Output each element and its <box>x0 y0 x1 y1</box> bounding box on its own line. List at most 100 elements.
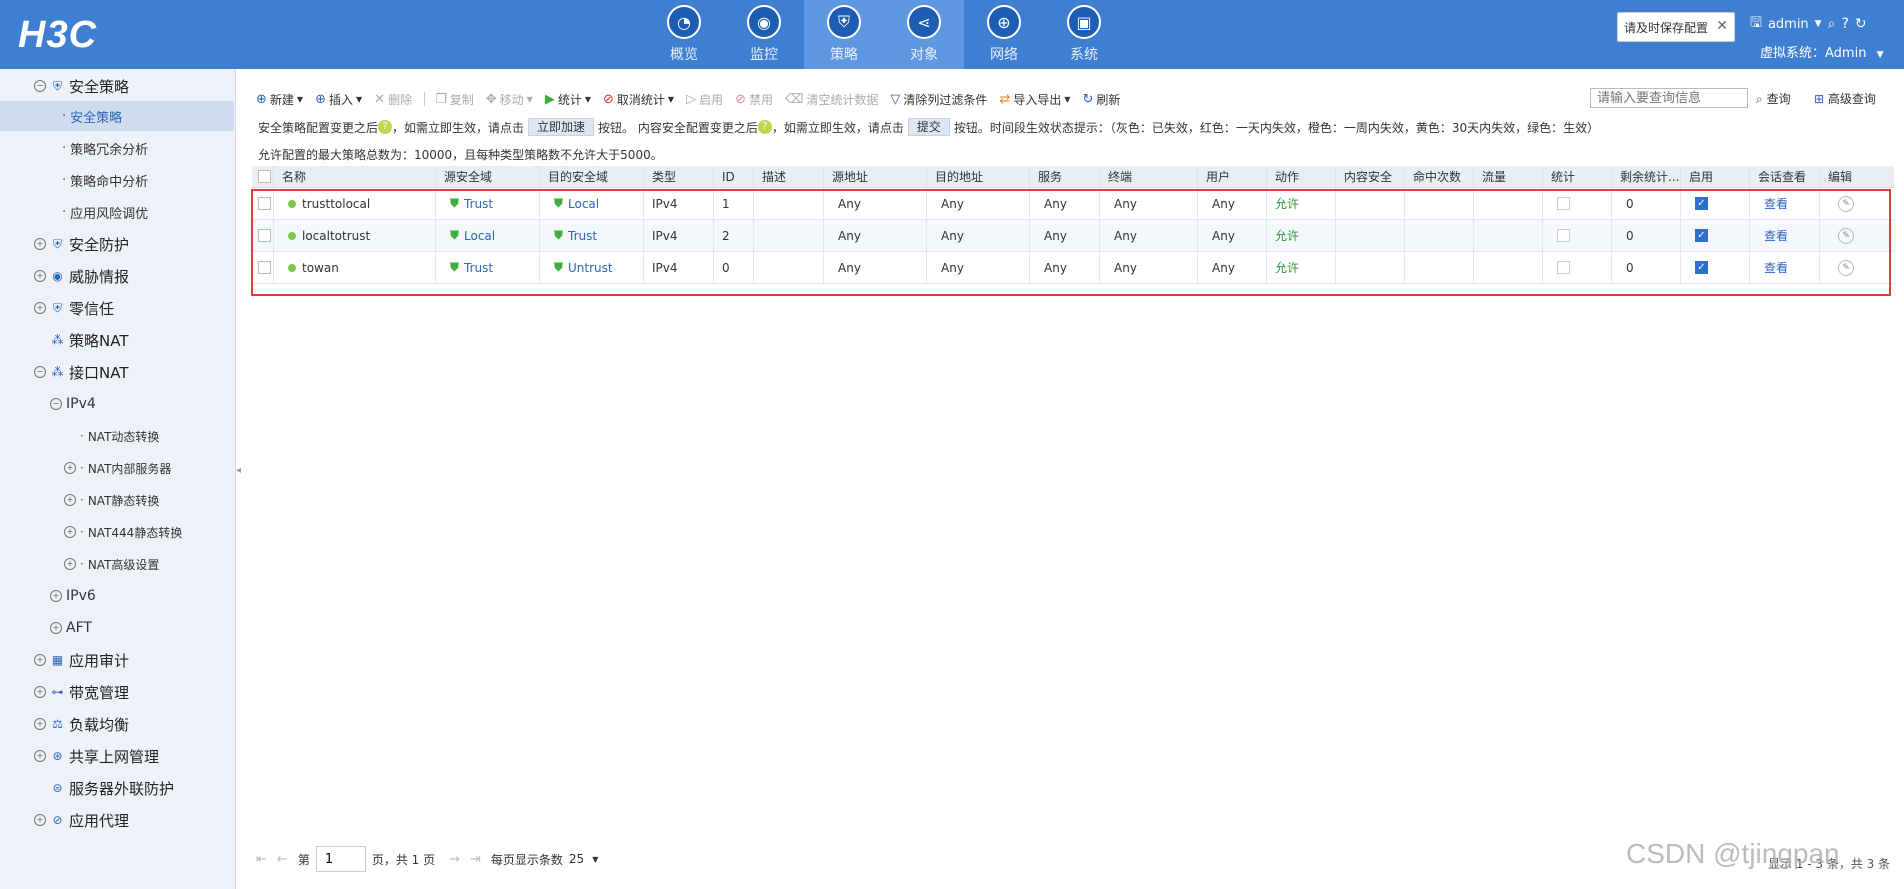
clear-stats-button[interactable]: ⌫ 清空统计数据 <box>785 91 878 108</box>
col-type[interactable]: 类型 <box>644 166 714 187</box>
clear-filter-button[interactable]: ▽ 清除列过滤条件 <box>890 91 987 108</box>
help-icon[interactable]: ? <box>378 120 393 134</box>
col-desc[interactable]: 描述 <box>754 166 824 187</box>
search-icon[interactable]: ⌕ <box>1828 16 1836 32</box>
sidebar-collapse-handle[interactable]: ◂ <box>236 465 242 495</box>
expand-icon[interactable]: + <box>34 654 46 666</box>
enable-checkbox[interactable]: ✓ <box>1681 188 1750 219</box>
nav-system[interactable]: ▣ 系统 <box>1044 0 1124 69</box>
sidebar-item-server-outbound[interactable]: ⊜ 服务器外联防护 <box>0 773 234 803</box>
enable-checkbox[interactable]: ✓ <box>1681 252 1750 283</box>
enable-checkbox[interactable]: ✓ <box>1681 220 1750 251</box>
col-src-zone[interactable]: 源安全域 <box>436 166 540 187</box>
sidebar-item-security-defense[interactable]: + ⛨ 安全防护 <box>0 229 234 259</box>
col-hits[interactable]: 命中次数 <box>1405 166 1474 187</box>
virtual-system-select[interactable]: 虚拟系统：Admin ▼ <box>1760 42 1884 61</box>
chevron-down-icon[interactable]: ▼ <box>1815 19 1822 29</box>
sidebar-item-nat-dynamic[interactable]: · NAT动态转换 <box>0 421 234 451</box>
expand-icon[interactable]: + <box>34 270 46 282</box>
sidebar-item-hit-analysis[interactable]: · 策略命中分析 <box>0 165 234 195</box>
refresh-icon[interactable]: ↻ <box>1855 16 1867 32</box>
col-dst-zone[interactable]: 目的安全域 <box>540 166 644 187</box>
nav-overview[interactable]: ◔ 概览 <box>644 0 724 69</box>
per-page-select[interactable]: 25 <box>569 852 584 866</box>
copy-button[interactable]: ❐ 复制 <box>435 91 474 108</box>
session-view-link[interactable]: 查看 <box>1750 188 1820 219</box>
refresh-button[interactable]: ↻ 刷新 <box>1083 91 1121 108</box>
expand-icon[interactable]: + <box>34 686 46 698</box>
edit-button[interactable]: ✎ <box>1820 220 1872 251</box>
move-button[interactable]: ✥ 移动 ▼ <box>486 91 533 108</box>
expand-icon[interactable]: + <box>34 814 46 826</box>
sidebar-item-app-proxy[interactable]: + ⊘ 应用代理 <box>0 805 234 835</box>
sidebar-item-threat-intel[interactable]: + ◉ 威胁情报 <box>0 261 234 291</box>
sidebar-item-redundancy[interactable]: · 策略冗余分析 <box>0 133 234 163</box>
delete-button[interactable]: ✕ 删除 <box>374 91 412 108</box>
col-stats[interactable]: 统计 <box>1543 166 1612 187</box>
expand-icon[interactable]: + <box>64 558 76 570</box>
expand-icon[interactable]: + <box>64 526 76 538</box>
collapse-icon[interactable]: − <box>34 366 46 378</box>
user-menu[interactable]: admin <box>1768 17 1809 32</box>
expand-icon[interactable]: + <box>50 590 62 602</box>
sidebar-item-nat-internal-server[interactable]: + · NAT内部服务器 <box>0 453 234 483</box>
first-page-icon[interactable]: ⇤ <box>256 852 267 867</box>
expand-icon[interactable]: + <box>34 750 46 762</box>
search-input[interactable] <box>1590 88 1748 108</box>
session-view-link[interactable]: 查看 <box>1750 220 1820 251</box>
next-page-icon[interactable]: → <box>449 852 460 867</box>
sidebar-item-bandwidth[interactable]: + ⊶ 带宽管理 <box>0 677 234 707</box>
row-checkbox[interactable] <box>252 220 274 251</box>
close-icon[interactable]: ✕ <box>1716 18 1728 34</box>
sidebar-item-interface-nat[interactable]: − ⁂ 接口NAT <box>0 357 234 387</box>
edit-button[interactable]: ✎ <box>1820 188 1872 219</box>
collapse-icon[interactable]: − <box>34 80 46 92</box>
chevron-down-icon[interactable]: ▼ <box>592 855 598 864</box>
col-id[interactable]: ID <box>714 166 754 187</box>
col-src-addr[interactable]: 源地址 <box>824 166 927 187</box>
expand-icon[interactable]: + <box>34 302 46 314</box>
sidebar-item-shared-access[interactable]: + ⊛ 共享上网管理 <box>0 741 234 771</box>
stats-checkbox[interactable] <box>1543 252 1612 283</box>
sidebar-item-nat-static[interactable]: + · NAT静态转换 <box>0 485 234 515</box>
sidebar-item-security-policy-sub[interactable]: · 安全策略 <box>0 101 234 131</box>
expand-icon[interactable]: + <box>34 238 46 250</box>
help-icon[interactable]: ? <box>1841 16 1848 32</box>
disable-button[interactable]: ⊘ 禁用 <box>735 91 773 108</box>
col-content-security[interactable]: 内容安全 <box>1336 166 1405 187</box>
page-number-input[interactable] <box>315 846 366 872</box>
col-enable[interactable]: 启用 <box>1681 166 1750 187</box>
row-checkbox[interactable] <box>252 188 274 219</box>
insert-button[interactable]: ⊕ 插入 ▼ <box>315 91 362 108</box>
col-remaining[interactable]: 剩余统计... <box>1612 166 1681 187</box>
accelerate-button[interactable]: 立即加速 <box>528 118 595 136</box>
stats-button[interactable]: ▶ 统计 ▼ <box>545 91 591 108</box>
col-session-view[interactable]: 会话查看 <box>1750 166 1820 187</box>
prev-page-icon[interactable]: ← <box>277 852 288 867</box>
cancel-stats-button[interactable]: ⊘ 取消统计 ▼ <box>603 91 674 108</box>
expand-icon[interactable]: + <box>34 718 46 730</box>
sidebar-item-nat444[interactable]: + · NAT444静态转换 <box>0 517 234 547</box>
table-row[interactable]: localtotrust ⛊ Local ⛊ Trust IPv4 2 Any An… <box>252 220 1894 252</box>
col-name[interactable]: 名称 <box>274 166 436 187</box>
session-view-link[interactable]: 查看 <box>1750 252 1820 283</box>
sidebar-item-ipv4[interactable]: − IPv4 <box>0 389 234 419</box>
search-button[interactable]: ⌕ 查询 <box>1756 90 1791 107</box>
submit-button[interactable]: 提交 <box>907 118 950 136</box>
new-button[interactable]: ⊕ 新建 ▼ <box>256 91 303 108</box>
expand-icon[interactable]: + <box>50 622 62 634</box>
nav-monitor[interactable]: ◉ 监控 <box>724 0 804 69</box>
expand-icon[interactable]: + <box>64 462 76 474</box>
col-terminal[interactable]: 终端 <box>1100 166 1198 187</box>
sidebar-item-aft[interactable]: + AFT <box>0 613 234 643</box>
sidebar-item-app-audit[interactable]: + ▦ 应用审计 <box>0 645 234 675</box>
edit-button[interactable]: ✎ <box>1820 252 1872 283</box>
table-row[interactable]: towan ⛊ Trust ⛊ Untrust IPv4 0 Any Any Any… <box>252 252 1894 284</box>
nav-policy[interactable]: ⛨ 策略 <box>804 0 884 69</box>
save-icon[interactable]: 🖫 <box>1750 12 1762 36</box>
import-export-button[interactable]: ⇄ 导入导出 ▼ <box>999 91 1070 108</box>
collapse-icon[interactable]: − <box>50 398 62 410</box>
nav-network[interactable]: ⊕ 网络 <box>964 0 1044 69</box>
sidebar-item-nat-advanced[interactable]: + · NAT高级设置 <box>0 549 234 579</box>
col-edit[interactable]: 编辑 <box>1820 166 1872 187</box>
